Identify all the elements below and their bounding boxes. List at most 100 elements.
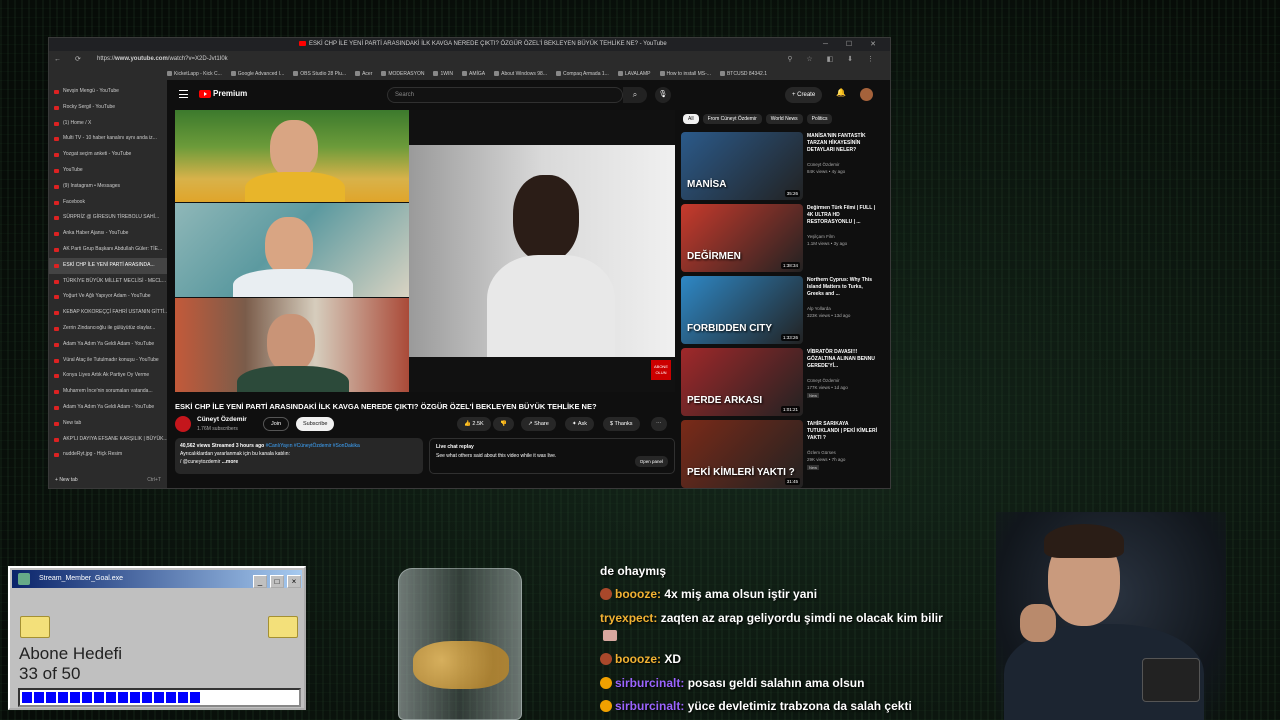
bookmark-item[interactable]: KicketLapp - Kick C...	[167, 71, 222, 77]
tab-list: Nevşin Mengü - YouTube Rocky Sergil - You…	[49, 84, 167, 463]
video-title-link[interactable]: Northern Cyprus: Why This Island Matters…	[807, 277, 879, 298]
bookmarks-bar: KicketLapp - Kick C... Google Advanced I.…	[167, 68, 890, 80]
subscribe-button[interactable]: Subscribe	[296, 417, 335, 431]
video-thumbnail[interactable]: DEĞİRMEN 1:38:34	[681, 204, 803, 272]
extension-icons[interactable]: ⚲ ☆ ◧ ⬇ ⋮	[787, 55, 880, 63]
sidebar-tab[interactable]: (9) Instagram • Messages	[49, 179, 167, 195]
sidebar-tab[interactable]: New tab	[49, 416, 167, 432]
ask-button[interactable]: ✦ Ask	[565, 417, 595, 431]
bookmark-item[interactable]: OBS Studio 28 Plu...	[293, 71, 346, 77]
sidebar-tab[interactable]: AKP'LI DAYIYA EFSANE KARŞILIK | BÜYÜK...	[49, 432, 167, 448]
window-title: ESKİ CHP İLE YENİ PARTİ ARASINDAKİ İLK K…	[299, 41, 667, 47]
maximize-button[interactable]: □	[270, 575, 284, 588]
video-thumbnail[interactable]: PEKİ KİMLERİ YAKTI ? 31:45	[681, 420, 803, 488]
chat-username[interactable]: boooze:	[615, 652, 661, 666]
microphone-icon[interactable]: 🎙	[655, 87, 671, 103]
video-duration: 35:26	[784, 190, 800, 197]
sidebar-tab[interactable]: Anka Haber Ajansı - YouTube	[49, 226, 167, 242]
filter-chip[interactable]: From Cüneyt Özdemir	[702, 114, 762, 124]
search-icon[interactable]: ⌕	[623, 87, 647, 103]
sidebar-tab[interactable]: Zerrin Zindancıoğlu ile gülüyütüz olayla…	[49, 321, 167, 337]
video-title-link[interactable]: TAHİR SARIKAYA TUTUKLANDI | PEKİ KİMLERİ…	[807, 421, 879, 442]
channel-name[interactable]: Cüneyt Özdemir	[197, 416, 247, 423]
window-controls[interactable]: ─ ☐ ✕	[823, 40, 884, 48]
recommendation-item[interactable]: PERDE ARKASI 1:01:21 VİBRATÖR DAVASI!!! GÖ…	[681, 348, 881, 420]
menu-icon[interactable]	[179, 90, 188, 98]
sidebar-tab[interactable]: YouTube	[49, 163, 167, 179]
sidebar-tab[interactable]: Yoğurt Ve Ağlı Yapıyor Adam - YouTube	[49, 289, 167, 305]
filter-chip[interactable]: Politics	[806, 114, 833, 124]
recommendation-item[interactable]: DEĞİRMEN 1:38:34 Değirmen Türk Filmi | FUL…	[681, 204, 881, 276]
bell-icon[interactable]: 🔔	[836, 88, 846, 97]
bookmark-item[interactable]: Compaq Armada 1...	[556, 71, 609, 77]
video-title-link[interactable]: Değirmen Türk Filmi | FULL | 4K ULTRA HD…	[807, 205, 879, 226]
chat-username[interactable]: sirburcinalt:	[615, 676, 684, 690]
bookmark-item[interactable]: AMİGA	[462, 71, 485, 77]
sidebar-tab[interactable]: Adam Ya Adım Ya Geldi Adam - YouTube	[49, 400, 167, 416]
bookmark-item[interactable]: BTCUSD 84342.1	[720, 71, 767, 77]
share-button[interactable]: ↗ Share	[521, 417, 556, 431]
sidebar-tab[interactable]: Rocky Sergil - YouTube	[49, 100, 167, 116]
chat-badge-icon	[600, 588, 612, 600]
bookmark-item[interactable]: Acer	[355, 71, 372, 77]
chat-username[interactable]: tryexpect:	[600, 611, 657, 625]
more-actions-button[interactable]: ⋯	[651, 417, 667, 431]
chat-username[interactable]: sirburcinalt:	[615, 699, 684, 713]
sidebar-tab[interactable]: TÜRKİYE BÜYÜK MİLLET MECLİSİ - MECL...	[49, 274, 167, 290]
url-field[interactable]: https://www.youtube.com/watch?v=X2D-Jvt1…	[97, 56, 228, 62]
bookmark-item[interactable]: LAVALAMP	[618, 71, 651, 77]
open-panel-button[interactable]: Open panel	[634, 456, 668, 467]
thanks-button[interactable]: $ Thanks	[603, 417, 640, 431]
account-avatar[interactable]	[860, 88, 873, 101]
sidebar-tab[interactable]: (1) Home / X	[49, 116, 167, 132]
nav-buttons[interactable]: ← ⟳	[54, 55, 87, 63]
bookmark-item[interactable]: How to install MS-...	[660, 71, 711, 77]
video-thumbnail[interactable]: FORBIDDEN CITY 1:33:26	[681, 276, 803, 344]
sidebar-tab[interactable]: Yozgat seçim anketi - YouTube	[49, 147, 167, 163]
sidebar-tab[interactable]: Nevşin Mengü - YouTube	[49, 84, 167, 100]
sidebar-tab[interactable]: nuddeRyt.jpg - Hiçk Resim	[49, 447, 167, 463]
dislike-button[interactable]: 👎	[493, 417, 514, 431]
description-box[interactable]: 40,562 views Streamed 3 hours ago #Canlı…	[175, 438, 423, 474]
join-button[interactable]: Join	[263, 417, 290, 431]
recommendation-item[interactable]: FORBIDDEN CITY 1:33:26 Northern Cyprus: Wh…	[681, 276, 881, 348]
sidebar-tab[interactable]: SÜRPRİZ @ GİRESUN TİREBOLU SAHİ...	[49, 210, 167, 226]
minimize-button[interactable]: _	[253, 575, 267, 588]
sidebar-tab[interactable]: Muharrem İnce'nin sorumaları vatanda...	[49, 384, 167, 400]
sidebar-tab[interactable]: Konya Liyes Artık Ak Partiye Oy Verme	[49, 368, 167, 384]
youtube-logo[interactable]: Premium	[199, 89, 247, 98]
video-title-link[interactable]: MANİSA'NIN FANTASTİK TARZAN HİKAYESİNİN …	[807, 133, 879, 154]
bookmark-item[interactable]: Google Advanced I...	[231, 71, 284, 77]
bookmark-item[interactable]: MODERASYON	[381, 71, 424, 77]
video-player[interactable]: ABONE OLUN	[175, 110, 675, 392]
bookmark-item[interactable]: About Windows 98...	[494, 71, 547, 77]
recommendation-item[interactable]: PEKİ KİMLERİ YAKTI ? 31:45 TAHİR SARIKAYA …	[681, 420, 881, 488]
sidebar-tab[interactable]: KEBAP KOKOREÇÇİ FAHRİ USTANIN GİTTİ...	[49, 305, 167, 321]
filter-chip[interactable]: World News	[765, 114, 803, 124]
progress-block	[82, 692, 92, 703]
sidebar-tab[interactable]: Vüral Ataç ile Tutulmadır konuşu - YouTu…	[49, 353, 167, 369]
new-tab-button[interactable]: + New tab	[55, 477, 78, 483]
video-title-link[interactable]: VİBRATÖR DAVASI!!! GÖZALTINA ALINAN BENN…	[807, 349, 879, 370]
recommendation-item[interactable]: MANİSA 35:26 MANİSA'NIN FANTASTİK TARZAN H…	[681, 132, 881, 204]
chat-username[interactable]: boooze:	[615, 587, 661, 601]
like-button[interactable]: 👍 2.5K	[457, 417, 491, 431]
search-input[interactable]: Search	[387, 87, 623, 103]
sidebar-tab[interactable]: Multi TV - 10 haber kanalını aynı anda i…	[49, 131, 167, 147]
video-thumbnail[interactable]: PERDE ARKASI 1:01:21	[681, 348, 803, 416]
vertical-tabs-sidebar: Nevşin Mengü - YouTube Rocky Sergil - You…	[49, 68, 167, 488]
sidebar-tab[interactable]: ESKİ CHP İLE YENİ PARTİ ARASINDA...	[49, 257, 167, 274]
channel-avatar[interactable]	[175, 416, 191, 432]
filter-chip[interactable]: All	[683, 114, 699, 124]
filter-chips: All From Cüneyt Özdemir World News Politics	[683, 114, 883, 126]
video-title: ESKİ CHP İLE YENİ PARTİ ARASINDAKİ İLK K…	[175, 402, 597, 411]
video-thumbnail[interactable]: MANİSA 35:26	[681, 132, 803, 200]
sidebar-tab[interactable]: Facebook	[49, 195, 167, 211]
sidebar-tab[interactable]: AK Parti Grup Başkanı Abdullah Güler: Tİ…	[49, 242, 167, 258]
create-button[interactable]: + Create	[785, 87, 823, 103]
camera-feed-3	[175, 298, 409, 392]
address-bar[interactable]: ← ⟳ https://www.youtube.com/watch?v=X2D-…	[49, 51, 890, 68]
bookmark-item[interactable]: 1WIN	[433, 71, 453, 77]
close-button[interactable]: ×	[287, 575, 301, 588]
sidebar-tab[interactable]: Adam Ya Adım Ya Geldi Adam - YouTube	[49, 337, 167, 353]
